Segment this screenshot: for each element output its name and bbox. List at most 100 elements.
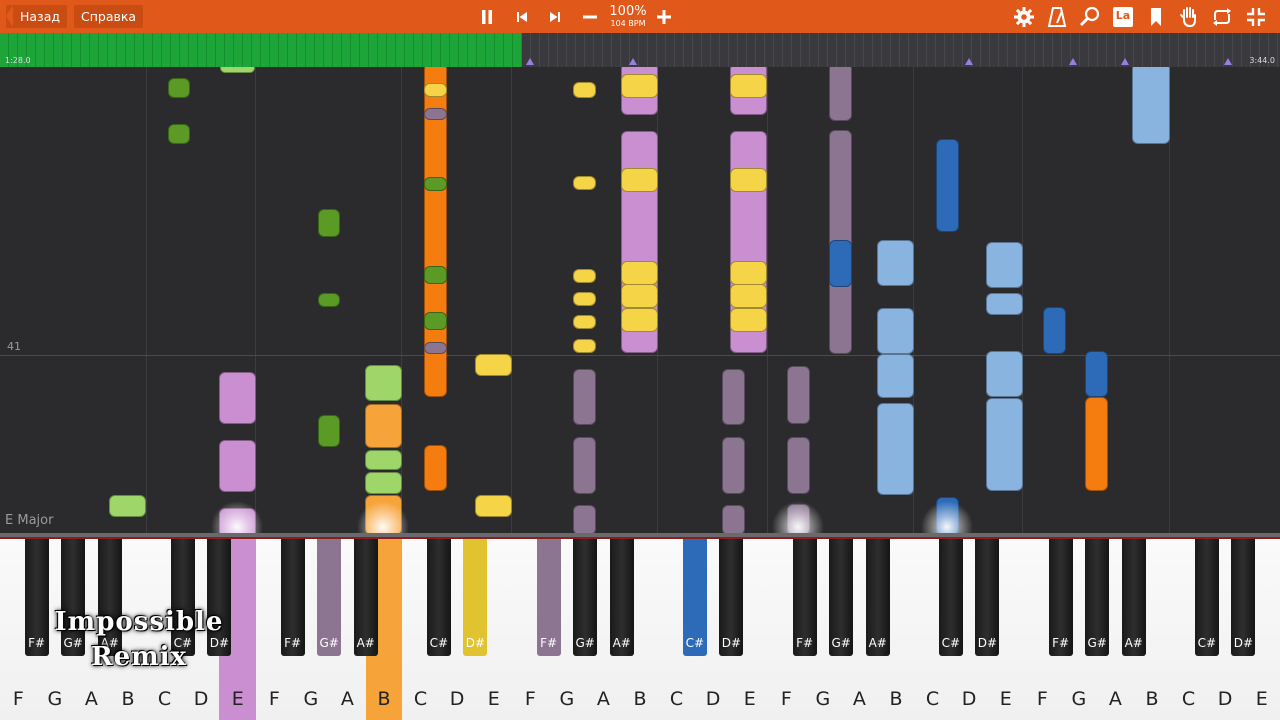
- timeline-marker[interactable]: [629, 58, 637, 65]
- note: [365, 450, 402, 470]
- note: [877, 403, 914, 495]
- white-key-label: D: [705, 688, 721, 710]
- back-button[interactable]: Назад: [6, 5, 68, 28]
- song-timeline[interactable]: 1:28.0 3:44.0: [0, 33, 1280, 67]
- note: [730, 284, 767, 308]
- note: [573, 269, 596, 283]
- black-key[interactable]: A#: [609, 539, 634, 656]
- black-key[interactable]: G#: [1085, 539, 1110, 656]
- search-button[interactable]: [1077, 4, 1103, 30]
- note: [424, 108, 447, 120]
- note: [424, 445, 447, 491]
- note: [787, 504, 810, 535]
- note: [475, 495, 512, 517]
- black-key-label: A#: [612, 636, 631, 650]
- white-key-label: A: [1108, 688, 1122, 710]
- black-key[interactable]: D#: [975, 539, 1000, 656]
- black-key[interactable]: F#: [536, 539, 561, 656]
- black-key-label: D#: [465, 636, 486, 650]
- note: [787, 437, 810, 494]
- white-key-label: B: [121, 688, 135, 710]
- black-key[interactable]: G#: [829, 539, 854, 656]
- white-key-label: C: [1181, 688, 1196, 710]
- tempo-bpm: 104 BPM: [610, 19, 646, 28]
- note: [986, 398, 1023, 491]
- black-key[interactable]: A#: [353, 539, 378, 656]
- black-key-label: D#: [977, 636, 998, 650]
- white-key-label: B: [633, 688, 647, 710]
- black-key[interactable]: G#: [573, 539, 598, 656]
- tempo-increase-button[interactable]: [651, 4, 677, 30]
- timeline-marker[interactable]: [1069, 58, 1077, 65]
- tempo-display: 100% 104 BPM: [606, 4, 650, 28]
- black-key[interactable]: C#: [938, 539, 963, 656]
- black-key-label: C#: [941, 636, 961, 650]
- note: [877, 354, 914, 398]
- hand-button[interactable]: [1176, 4, 1202, 30]
- current-time: 1:28.0: [5, 56, 31, 65]
- toolbar: Назад Справка 100% 104 BPM La: [0, 0, 1280, 33]
- timeline-marker[interactable]: [526, 58, 534, 65]
- white-key-label: E: [231, 688, 244, 710]
- black-key[interactable]: F#: [792, 539, 817, 656]
- tempo-decrease-button[interactable]: [577, 4, 603, 30]
- note: [365, 365, 402, 401]
- black-key[interactable]: C#: [682, 539, 707, 656]
- white-key-label: G: [303, 688, 319, 710]
- white-key-label: A: [84, 688, 98, 710]
- overlay-line-1: Impossible: [54, 607, 224, 637]
- black-key[interactable]: G#: [317, 539, 342, 656]
- note: [730, 74, 767, 98]
- note: [787, 366, 810, 424]
- note: [365, 404, 402, 448]
- black-key[interactable]: C#: [1194, 539, 1219, 656]
- settings-button[interactable]: [1011, 4, 1037, 30]
- white-key-label: F: [1036, 688, 1048, 710]
- video-title-overlay: Impossible Remix: [34, 605, 244, 675]
- white-key-label: D: [449, 688, 465, 710]
- black-key-label: F#: [796, 636, 814, 650]
- black-key[interactable]: F#: [1048, 539, 1073, 656]
- black-key[interactable]: F#: [280, 539, 305, 656]
- skip-forward-button[interactable]: [542, 4, 568, 30]
- white-key-label: C: [157, 688, 172, 710]
- timeline-marker[interactable]: [965, 58, 973, 65]
- black-key[interactable]: D#: [719, 539, 744, 656]
- note: [829, 67, 852, 121]
- loop-button[interactable]: [1209, 4, 1235, 30]
- note: [365, 495, 402, 535]
- loop-icon: [1213, 8, 1231, 26]
- fullscreen-exit-icon: [1247, 8, 1265, 26]
- note: [829, 240, 852, 287]
- black-key-label: F#: [540, 636, 558, 650]
- skip-back-icon: [517, 12, 527, 22]
- help-button[interactable]: Справка: [74, 5, 144, 28]
- fullscreen-exit-button[interactable]: [1243, 4, 1269, 30]
- skip-back-button[interactable]: [509, 4, 535, 30]
- white-key-label: C: [669, 688, 684, 710]
- search-icon: [1079, 6, 1100, 27]
- white-key-label: B: [1145, 688, 1159, 710]
- metronome-button[interactable]: [1044, 4, 1070, 30]
- pause-button[interactable]: [474, 4, 500, 30]
- note: [877, 308, 914, 354]
- black-key[interactable]: D#: [463, 539, 488, 656]
- white-key-label: B: [889, 688, 903, 710]
- bookmark-button[interactable]: [1143, 4, 1169, 30]
- note: [986, 351, 1023, 397]
- tempo-percent: 100%: [609, 4, 647, 19]
- note: [722, 369, 745, 425]
- timeline-marker[interactable]: [1121, 58, 1129, 65]
- black-key[interactable]: C#: [426, 539, 451, 656]
- black-key[interactable]: D#: [1231, 539, 1256, 656]
- white-key-label: G: [47, 688, 63, 710]
- black-key-label: A#: [868, 636, 887, 650]
- black-key[interactable]: A#: [1121, 539, 1146, 656]
- note: [318, 293, 340, 307]
- timeline-marker[interactable]: [1224, 58, 1232, 65]
- note: [621, 74, 658, 98]
- label-toggle-button[interactable]: La: [1110, 4, 1136, 30]
- black-key[interactable]: A#: [865, 539, 890, 656]
- white-key-label: F: [780, 688, 792, 710]
- note: [730, 308, 767, 332]
